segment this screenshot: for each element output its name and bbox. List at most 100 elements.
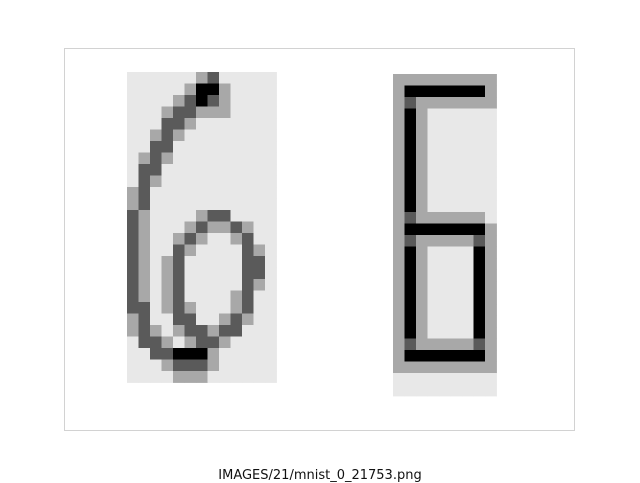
segment-digit-pixel — [473, 373, 486, 385]
handwritten-digit-pixel — [138, 313, 151, 326]
handwritten-digit-pixel — [173, 256, 185, 268]
segment-digit-pixel — [450, 212, 463, 224]
handwritten-digit-pixel — [265, 175, 277, 188]
handwritten-digit-pixel — [265, 359, 277, 372]
segment-digit-pixel — [439, 97, 451, 109]
segment-digit-pixel — [462, 373, 474, 385]
segment-digit-pixel — [427, 85, 440, 98]
handwritten-digit-pixel — [150, 164, 162, 176]
segment-digit-pixel — [450, 177, 463, 190]
handwritten-digit-pixel — [127, 141, 139, 153]
segment-digit-pixel — [450, 281, 463, 293]
segment-digit-pixel — [473, 350, 486, 362]
handwritten-digit-pixel — [253, 348, 266, 360]
handwritten-digit-pixel — [196, 359, 208, 372]
segment-digit-pixel — [416, 258, 428, 270]
segment-digit-pixel — [439, 74, 451, 86]
segment-digit-pixel — [439, 166, 451, 178]
handwritten-digit-pixel — [184, 83, 197, 96]
segment-digit-pixel — [473, 258, 486, 270]
segment-digit-pixel — [393, 131, 405, 144]
segment-digit-pixel — [462, 200, 474, 213]
segment-digit-pixel — [473, 338, 486, 351]
handwritten-digit-pixel — [207, 233, 220, 245]
segment-digit-pixel — [473, 212, 486, 224]
handwritten-digit-pixel — [138, 152, 151, 165]
handwritten-digit-pixel — [127, 72, 139, 84]
segment-digit-pixel — [393, 85, 405, 98]
segment-digit-pixel — [427, 212, 440, 224]
segment-digit-pixel — [427, 315, 440, 328]
handwritten-digit-pixel — [265, 348, 277, 360]
handwritten-digit-pixel — [242, 118, 254, 130]
handwritten-digit-pixel — [150, 210, 162, 222]
segment-digit-pixel — [450, 108, 463, 121]
segment-digit-pixel — [473, 85, 486, 98]
segment-digit-pixel — [427, 258, 440, 270]
handwritten-digit-pixel — [161, 141, 174, 153]
handwritten-digit-pixel — [253, 118, 266, 130]
handwritten-digit-pixel — [161, 313, 174, 326]
segment-digit-pixel — [393, 200, 405, 213]
handwritten-digit-pixel — [150, 371, 162, 383]
handwritten-digit-pixel — [173, 325, 185, 337]
handwritten-digit-pixel — [173, 72, 185, 84]
segment-digit-pixel — [416, 315, 428, 328]
handwritten-digit-pixel — [138, 371, 151, 383]
handwritten-digit-pixel — [173, 210, 185, 222]
handwritten-digit-pixel — [207, 325, 220, 337]
segment-digit-pixel — [485, 212, 497, 224]
handwritten-digit-pixel — [173, 336, 185, 349]
handwritten-digit-pixel — [161, 175, 174, 188]
handwritten-digit-pixel — [196, 221, 208, 234]
handwritten-digit-pixel — [230, 198, 243, 211]
handwritten-digit-pixel — [173, 313, 185, 326]
handwritten-digit-pixel — [230, 221, 243, 234]
handwritten-digit-pixel — [173, 267, 185, 280]
handwritten-digit-pixel — [161, 336, 174, 349]
segment-digit-pixel — [393, 281, 405, 293]
handwritten-digit-pixel — [138, 83, 151, 96]
handwritten-digit-pixel — [242, 279, 254, 291]
handwritten-digit-pixel — [127, 129, 139, 142]
segment-digit-pixel — [427, 304, 440, 316]
handwritten-digit-pixel — [242, 221, 254, 234]
segment-digit-pixel — [462, 304, 474, 316]
handwritten-digit-pixel — [196, 129, 208, 142]
handwritten-digit-pixel — [150, 221, 162, 234]
segment-digit-pixel — [404, 327, 417, 339]
segment-digit-pixel — [393, 189, 405, 201]
handwritten-digit-pixel — [219, 348, 231, 360]
handwritten-digit-pixel — [150, 83, 162, 96]
handwritten-digit-pixel — [207, 359, 220, 372]
handwritten-digit-pixel — [196, 244, 208, 257]
segment-digit-pixel — [393, 373, 405, 385]
segment-digit-pixel — [485, 85, 497, 98]
handwritten-digit-pixel — [242, 302, 254, 314]
segment-digit-pixel — [473, 235, 486, 247]
segment-digit-pixel — [473, 327, 486, 339]
handwritten-digit-pixel — [230, 290, 243, 303]
handwritten-digit-pixel — [219, 290, 231, 303]
handwritten-digit-pixel — [219, 141, 231, 153]
handwritten-digit-pixel — [127, 256, 139, 268]
handwritten-digit-pixel — [207, 244, 220, 257]
handwritten-digit-pixel — [253, 164, 266, 176]
handwritten-digit-pixel — [265, 336, 277, 349]
handwritten-digit-pixel — [253, 83, 266, 96]
handwritten-digit-pixel — [138, 279, 151, 291]
handwritten-digit-pixel — [161, 106, 174, 119]
handwritten-digit-six — [127, 72, 277, 383]
handwritten-digit-pixel — [150, 325, 162, 337]
handwritten-digit-pixel — [219, 359, 231, 372]
handwritten-digit-pixel — [184, 221, 197, 234]
handwritten-digit-pixel — [265, 279, 277, 291]
segment-digit-pixel — [439, 292, 451, 305]
handwritten-digit-pixel — [242, 325, 254, 337]
handwritten-digit-pixel — [242, 371, 254, 383]
segment-digit-pixel — [473, 154, 486, 167]
handwritten-digit-pixel — [161, 244, 174, 257]
segment-digit-pixel — [450, 304, 463, 316]
segment-digit-pixel — [404, 223, 417, 236]
segment-digit-pixel — [485, 269, 497, 282]
